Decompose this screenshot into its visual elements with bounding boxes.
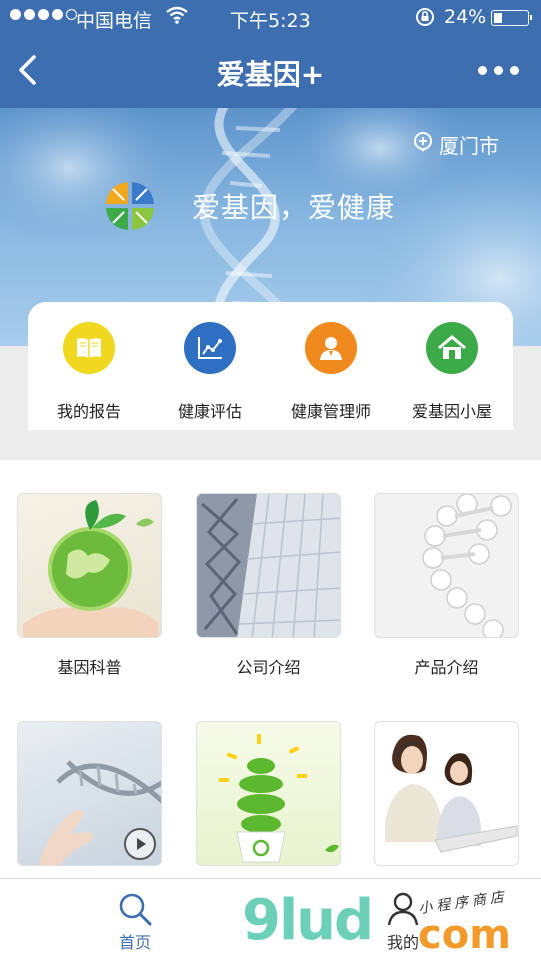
menu-item-label: 健康管理师: [290, 402, 371, 421]
signal-dots-icon: [10, 9, 77, 20]
clock: 下午5:23: [230, 10, 311, 32]
page-title: 爱基因+: [216, 58, 325, 91]
tile-products[interactable]: [374, 493, 519, 638]
location-pin-icon: [413, 131, 433, 158]
tile-green-bulb[interactable]: [196, 721, 341, 866]
wifi-icon: [166, 6, 188, 29]
search-icon: [100, 891, 170, 927]
tab-home[interactable]: 首页: [100, 891, 170, 953]
menu-item-label: 我的报告: [56, 402, 121, 421]
nav-bar: 爱基因+: [0, 36, 541, 108]
tile-gene-science[interactable]: [17, 493, 162, 638]
status-bar: 中国电信 下午5:23 24%: [0, 0, 541, 36]
quick-menu: 我的报告 健康评估 健康管理师 爱基因小屋: [28, 302, 513, 430]
menu-item-label: 健康评估: [177, 402, 242, 421]
brand-logo-icon: [104, 180, 156, 232]
user-icon: [305, 322, 357, 374]
slogan: 爱基因，爱健康: [192, 191, 396, 224]
menu-item-house[interactable]: 爱基因小屋: [392, 322, 512, 422]
battery-percent: 24%: [444, 6, 487, 28]
tile-label: 基因科普: [57, 658, 122, 677]
home-icon: [426, 322, 478, 374]
menu-item-report[interactable]: 我的报告: [29, 322, 149, 422]
green-bulb-image: [219, 734, 339, 863]
white-dna-helix-image: [422, 494, 512, 637]
watermark-suffix: com: [418, 912, 511, 958]
location-name: 厦门市: [439, 134, 499, 158]
battery-icon: [491, 10, 532, 26]
tab-home-label: 首页: [118, 933, 151, 952]
menu-item-assessment[interactable]: 健康评估: [150, 322, 270, 422]
tile-company[interactable]: [196, 493, 341, 638]
tile-dna-video[interactable]: [17, 721, 162, 866]
green-earth-in-hands-image: [23, 500, 158, 637]
watermark-text: 9lud: [242, 888, 374, 953]
tile-customer-service[interactable]: [374, 721, 519, 866]
chart-icon: [184, 322, 236, 374]
carrier-name: 中国电信: [76, 10, 153, 32]
tile-label: 产品介绍: [414, 658, 479, 677]
book-icon: [63, 322, 115, 374]
play-icon[interactable]: [124, 828, 156, 860]
rotation-lock-icon: [414, 6, 436, 33]
more-dots-icon[interactable]: [478, 66, 519, 75]
menu-item-label: 爱基因小屋: [411, 402, 492, 421]
menu-item-manager[interactable]: 健康管理师: [271, 322, 391, 422]
tile-label: 公司介绍: [236, 658, 301, 677]
watermark: 9lud 小程序商店 com: [242, 888, 541, 960]
office-building-image: [197, 494, 340, 637]
location-selector[interactable]: 厦门市: [413, 130, 499, 159]
call-center-staff-image: [385, 734, 518, 853]
